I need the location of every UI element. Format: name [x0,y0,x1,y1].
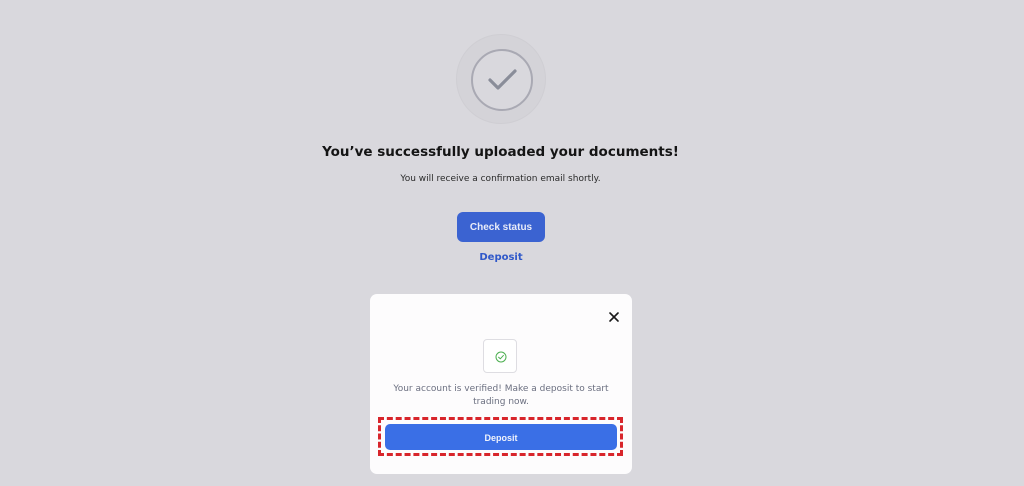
deposit-link[interactable]: Deposit [460,252,542,263]
close-icon[interactable] [607,309,621,323]
success-badge [456,34,546,124]
modal-message: Your account is verified! Make a deposit… [393,384,609,407]
modal-deposit-button[interactable]: Deposit [385,424,617,450]
check-status-button[interactable]: Check status [457,212,545,242]
verified-account-modal: Your account is verified! Make a deposit… [370,294,632,474]
success-headline: You’ve successfully uploaded your docume… [322,144,679,160]
upload-success-page: You’ve successfully uploaded your docume… [0,0,1024,486]
confirmation-subtext: You will receive a confirmation email sh… [400,174,601,184]
verified-status-box [483,339,517,373]
checkmark-circle-icon [471,49,533,111]
check-circle-icon [495,351,507,363]
